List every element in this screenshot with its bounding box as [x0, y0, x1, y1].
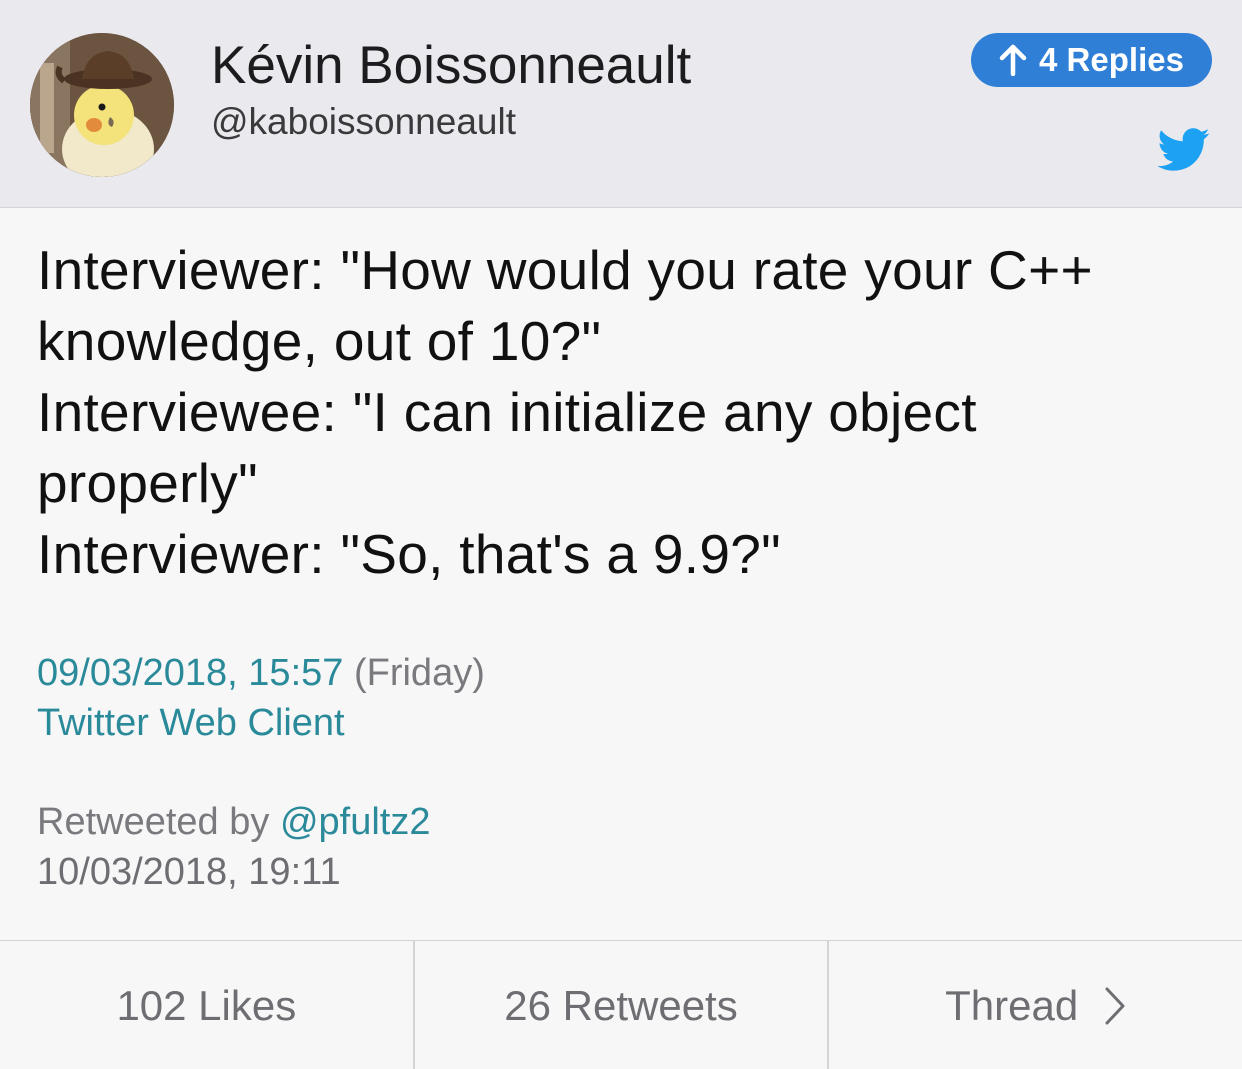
tweet-meta: 09/03/2018, 15:57 (Friday) Twitter Web C…	[37, 648, 485, 748]
avatar[interactable]	[30, 33, 174, 177]
retweets-label: 26 Retweets	[504, 981, 738, 1029]
retweets-button[interactable]: 26 Retweets	[415, 941, 830, 1069]
retweeter-handle[interactable]: @pfultz2	[280, 801, 431, 843]
retweeted-by-label: Retweeted by	[37, 801, 270, 843]
retweet-datetime: 10/03/2018, 19:11	[37, 851, 341, 893]
tweet-text: Interviewer: "How would you rate your C+…	[37, 235, 1217, 590]
thread-button[interactable]: Thread	[829, 941, 1242, 1069]
tweet-header: Kévin Boissonneault @kaboissonneault 4 R…	[0, 0, 1242, 208]
likes-label: 102 Likes	[116, 981, 297, 1029]
replies-button[interactable]: 4 Replies	[971, 33, 1212, 87]
tweet-weekday: (Friday)	[353, 652, 485, 694]
arrow-up-icon	[999, 44, 1027, 76]
tweet-line: Interviewer: "So, that's a 9.9?"	[37, 523, 781, 585]
replies-label: 4 Replies	[1039, 41, 1184, 78]
twitter-bird-icon	[1157, 128, 1211, 172]
tweet-line: knowledge, out of 10?"	[37, 310, 602, 372]
tweet-line: Interviewee: "I can initialize any objec…	[37, 381, 977, 443]
tweet-client[interactable]: Twitter Web Client	[37, 698, 485, 748]
thread-label: Thread	[945, 981, 1079, 1029]
chevron-right-icon	[1105, 987, 1125, 1024]
tweet-line: properly"	[37, 452, 258, 514]
tweet-line: Interviewer: "How would you rate your C+…	[37, 239, 1093, 301]
tweet-detail-screen: Kévin Boissonneault @kaboissonneault 4 R…	[0, 0, 1242, 1069]
tweet-footer: 102 Likes 26 Retweets Thread	[0, 940, 1242, 1069]
display-name[interactable]: Kévin Boissonneault	[211, 36, 691, 96]
user-handle[interactable]: @kaboissonneault	[211, 100, 516, 144]
likes-button[interactable]: 102 Likes	[0, 941, 415, 1069]
retweet-info: Retweeted by @pfultz2 10/03/2018, 19:11	[37, 797, 430, 897]
tweet-datetime[interactable]: 09/03/2018, 15:57	[37, 652, 343, 694]
